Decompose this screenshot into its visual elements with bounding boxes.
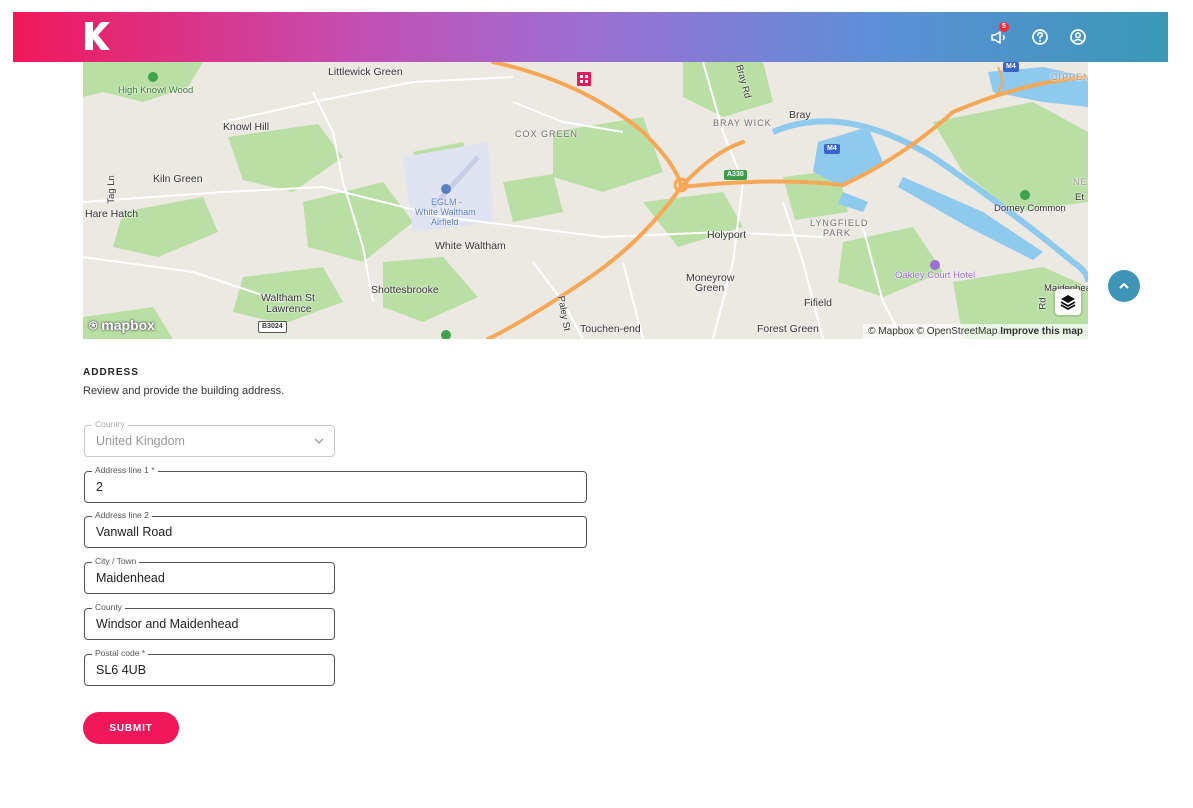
section-description: Review and provide the building address. (83, 385, 285, 397)
road-shield: M4 (824, 144, 840, 154)
map-label: Knowl Hill (223, 121, 270, 133)
map-label: Littlewick Green (328, 66, 403, 78)
map-label: High Knowl Wood (118, 85, 194, 96)
map-label: Rd (1037, 297, 1049, 310)
layers-button[interactable] (1055, 289, 1081, 315)
country-value: United Kingdom (96, 434, 185, 448)
account-icon[interactable] (1067, 26, 1089, 48)
city-field[interactable]: City / Town (84, 556, 335, 594)
notification-badge: 5 (999, 22, 1009, 32)
city-label: City / Town (92, 556, 140, 567)
map-label: BRAY WICK (713, 118, 772, 128)
scroll-to-top-button[interactable] (1108, 270, 1140, 302)
map-label: Fifield (804, 297, 833, 309)
road-shield: A330 (724, 170, 747, 180)
hotel-marker-icon (930, 260, 940, 270)
postal-code-label: Postal code * (92, 648, 149, 659)
map-label: Shottesbrooke (371, 284, 439, 296)
map-label: Kiln Green (153, 173, 203, 185)
address-line1-label: Address line 1 * (92, 465, 158, 476)
chevron-up-icon (1119, 283, 1129, 289)
map-label: White Waltham (435, 240, 506, 252)
county-input[interactable] (96, 617, 308, 631)
map-attribution: © Mapbox © OpenStreetMap Improve this ma… (863, 324, 1088, 339)
top-header: 5 (13, 12, 1168, 62)
map-label: Airfield (431, 217, 459, 227)
help-icon[interactable] (1029, 26, 1051, 48)
map-label: Holyport (707, 229, 747, 241)
airport-marker-icon (441, 184, 451, 194)
map-label: Lawrence (266, 303, 312, 315)
address-line1-field[interactable]: Address line 1 * (84, 465, 587, 503)
chevron-down-icon (314, 438, 324, 444)
road-shield: B3024 (258, 321, 287, 333)
map-label: White Waltham (415, 207, 476, 217)
map-label: COX GREEN (515, 129, 579, 139)
k-logo-icon[interactable] (83, 20, 111, 52)
attribution-text[interactable]: © Mapbox © OpenStreetMap (868, 326, 997, 337)
map-label: PARK (823, 228, 851, 238)
section-title: ADDRESS (83, 367, 139, 378)
address-line2-field[interactable]: Address line 2 (84, 510, 587, 548)
mapbox-logo[interactable]: ⍟ mapbox (89, 317, 155, 334)
map-label: EGLM - (431, 197, 463, 207)
address-line2-label: Address line 2 (92, 510, 152, 521)
map-label: Et (1075, 192, 1084, 203)
map-label: Oakley Court Hotel (895, 270, 976, 281)
location-map[interactable]: High Knowl Wood Littlewick Green Knowl H… (83, 62, 1088, 339)
road-shield: M4 (1003, 62, 1019, 72)
submit-button[interactable]: SUBMIT (83, 712, 179, 744)
improve-map-link[interactable]: Improve this map (1000, 326, 1083, 337)
map-label: Bray (789, 109, 811, 121)
map-canvas (83, 62, 1088, 339)
map-label: Tag Ln (105, 175, 117, 204)
building-marker-icon[interactable] (577, 72, 591, 86)
mapbox-logo-icon: ⍟ (89, 317, 98, 333)
postal-code-input[interactable] (96, 663, 308, 677)
map-label: CIPPEN (1051, 72, 1088, 82)
map-label: Hare Hatch (85, 208, 139, 220)
announcement-icon[interactable]: 5 (988, 22, 1010, 48)
address-line2-input[interactable] (96, 525, 522, 539)
country-select[interactable]: Country United Kingdom (84, 419, 335, 457)
county-field[interactable]: County (84, 602, 335, 640)
map-label: NEV (1073, 177, 1088, 187)
layers-icon (1060, 295, 1076, 311)
map-label: Forest Green (757, 323, 819, 335)
map-label: Green (695, 282, 725, 294)
city-input[interactable] (96, 571, 308, 585)
map-label: LYNGFIELD (810, 218, 869, 228)
address-line1-input[interactable] (96, 480, 522, 494)
map-label: Touchen-end (580, 323, 641, 335)
county-label: County (92, 602, 125, 613)
map-label: Dorney Common (994, 203, 1066, 214)
postal-code-field[interactable]: Postal code * (84, 648, 335, 686)
country-label: Country (92, 419, 128, 430)
